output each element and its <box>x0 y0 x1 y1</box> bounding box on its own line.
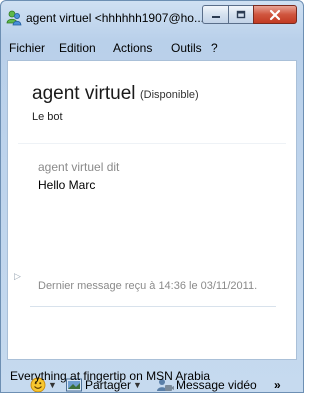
conversation-pane: agent virtuel (Disponible) Le bot agent … <box>7 60 297 392</box>
contact-status: (Disponible) <box>140 89 199 101</box>
menu-help[interactable]: ? <box>211 41 218 55</box>
menu-edition[interactable]: Edition <box>59 41 96 55</box>
window-title: agent virtuel <hhhhhh1907@ho... <box>26 11 204 25</box>
menu-bar: Fichier Edition Actions Outils ? <box>7 37 297 59</box>
messenger-icon <box>6 10 22 26</box>
last-message-note: Dernier message reçu à 14:36 le 03/11/20… <box>38 280 258 292</box>
message-sender: agent virtuel dit <box>38 160 120 174</box>
chat-window: agent virtuel <hhhhhh1907@ho... Fichier … <box>0 0 304 393</box>
maximize-icon <box>236 10 246 18</box>
menu-outils[interactable]: Outils <box>171 41 202 55</box>
close-button[interactable] <box>253 5 297 24</box>
header-divider <box>18 143 286 144</box>
contact-name: agent virtuel <box>32 83 136 104</box>
menu-fichier[interactable]: Fichier <box>9 41 45 55</box>
minimize-button[interactable] <box>202 5 228 24</box>
message-text: Hello Marc <box>38 178 96 192</box>
minimize-icon <box>211 15 220 18</box>
close-icon <box>269 9 281 20</box>
window-controls <box>202 5 297 24</box>
ad-text[interactable]: Everything at fingertip on MSN Arabia <box>10 369 210 383</box>
expand-arrow-icon[interactable]: ▷ <box>14 271 21 282</box>
menu-actions[interactable]: Actions <box>113 41 152 55</box>
title-bar[interactable]: agent virtuel <hhhhhh1907@ho... <box>1 1 303 37</box>
maximize-button[interactable] <box>228 5 253 24</box>
contact-personal-message: Le bot <box>32 111 63 123</box>
ad-banner[interactable]: Everything at fingertip on MSN Arabia <box>7 361 297 389</box>
